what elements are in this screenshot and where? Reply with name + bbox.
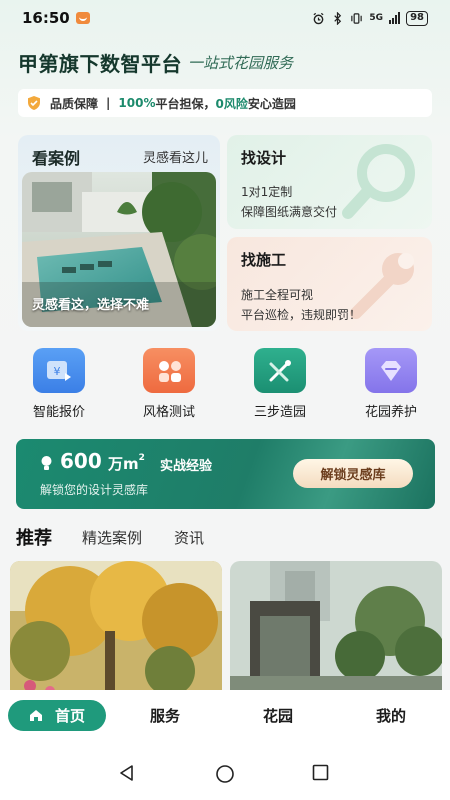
guarantee-label: 品质保障 [50, 96, 99, 111]
platform-title: 甲第旗下数智平台 [18, 51, 182, 76]
gem-icon [365, 348, 417, 393]
find-construction-card[interactable]: 找施工 施工全程可视 平台巡检，违规即罚！ [227, 237, 432, 331]
banner-number: 600 [60, 449, 102, 473]
guarantee-highlight-2: 0风险 [215, 96, 248, 111]
nav-mine[interactable]: 我的 [376, 705, 406, 726]
find-construction-title: 找施工 [241, 251, 287, 269]
tools-icon [254, 348, 306, 393]
quick-action-label: 花园养护 [364, 405, 417, 420]
case-card-subtitle: 灵感看这儿 [142, 151, 208, 166]
garden-pavilion-image [230, 561, 442, 701]
guarantee-separator: | [106, 96, 111, 110]
quick-action-three-steps[interactable]: 三步造园 [235, 348, 325, 420]
guarantee-text-1: 平台担保， [155, 96, 216, 111]
quick-action-garden-care[interactable]: 花园养护 [346, 348, 436, 420]
back-icon[interactable] [118, 764, 136, 782]
home-circle-icon[interactable] [215, 764, 235, 784]
lightbulb-icon [41, 456, 52, 470]
find-design-card[interactable]: 找设计 1对1定制 保障图纸满意交付 [227, 135, 432, 229]
banner-subtitle: 解锁您的设计灵感库 [40, 483, 149, 497]
quick-action-label: 智能报价 [32, 405, 85, 420]
alarm-icon [313, 12, 324, 24]
quick-action-price[interactable]: ¥ 智能报价 [14, 348, 104, 420]
home-icon [29, 710, 42, 721]
vibrate-icon [351, 12, 363, 24]
banner-unit-superscript: 2 [138, 453, 145, 463]
nav-home[interactable]: 首页 [8, 700, 106, 731]
case-card[interactable]: 看案例 灵感看这儿 灵感看这，选择不难 [18, 135, 220, 331]
battery-icon: 98 [406, 10, 428, 26]
guarantee-text-2: 安心造园 [247, 96, 296, 111]
bottom-navigation: 首页 服务 花园 我的 [0, 690, 450, 742]
case-photo[interactable]: 灵感看这，选择不难 [22, 172, 216, 327]
svg-text:¥: ¥ [54, 365, 61, 378]
inspiration-banner[interactable]: 600 万m2 实战经验 解锁您的设计灵感库 解锁灵感库 [16, 439, 435, 509]
recents-icon[interactable] [312, 764, 329, 781]
signal-icon [389, 12, 401, 24]
bluetooth-icon [334, 11, 342, 25]
system-navigation [0, 742, 450, 800]
header: 甲第旗下数智平台 一站式花园服务 [18, 46, 293, 78]
find-design-title: 找设计 [241, 149, 287, 167]
status-bar: 16:50 5G 98 [0, 0, 450, 36]
content-tabs: 推荐 精选案例 资讯 [16, 522, 236, 552]
battery-level: 98 [410, 11, 424, 23]
status-icons: 5G 98 [312, 10, 428, 26]
quick-action-label: 三步造园 [253, 405, 306, 420]
tab-recommended[interactable]: 推荐 [16, 524, 52, 550]
tab-featured-cases[interactable]: 精选案例 [82, 527, 142, 548]
find-design-line-1: 1对1定制 [241, 185, 293, 199]
guarantee-highlight-1: 100% [118, 96, 156, 110]
message-icon [75, 12, 90, 24]
price-tag-icon: ¥ [33, 348, 85, 393]
case-photo-caption: 灵感看这，选择不难 [32, 298, 150, 313]
nav-garden[interactable]: 花园 [263, 705, 293, 726]
style-test-icon [143, 348, 195, 393]
garden-tree-image [10, 561, 222, 701]
banner-unit: 万m2 [108, 453, 145, 474]
feed-card-2[interactable] [230, 561, 442, 701]
quality-guarantee-bar[interactable]: 品质保障 | 100% 平台担保， 0风险 安心造园 [18, 89, 432, 117]
feed-card-1[interactable] [10, 561, 222, 701]
find-construction-line-2: 平台巡检，违规即罚！ [241, 308, 362, 322]
platform-slogan: 一站式花园服务 [188, 53, 294, 72]
banner-unit-text: 万m [108, 455, 139, 473]
banner-experience: 实战经验 [160, 459, 213, 474]
quick-action-label: 风格测试 [142, 405, 195, 420]
status-time: 16:50 [22, 9, 70, 27]
quick-action-style-test[interactable]: 风格测试 [124, 348, 214, 420]
find-design-line-2: 保障图纸满意交付 [241, 205, 338, 219]
case-card-title: 看案例 [32, 149, 81, 168]
nav-service[interactable]: 服务 [150, 705, 180, 726]
find-construction-line-1: 施工全程可视 [241, 288, 314, 302]
nav-home-label: 首页 [54, 707, 85, 725]
shield-check-icon [28, 96, 40, 110]
magnifier-icon [342, 144, 415, 219]
network-type: 5G [369, 13, 384, 23]
tab-news[interactable]: 资讯 [174, 527, 204, 548]
unlock-inspiration-button[interactable]: 解锁灵感库 [293, 459, 413, 488]
